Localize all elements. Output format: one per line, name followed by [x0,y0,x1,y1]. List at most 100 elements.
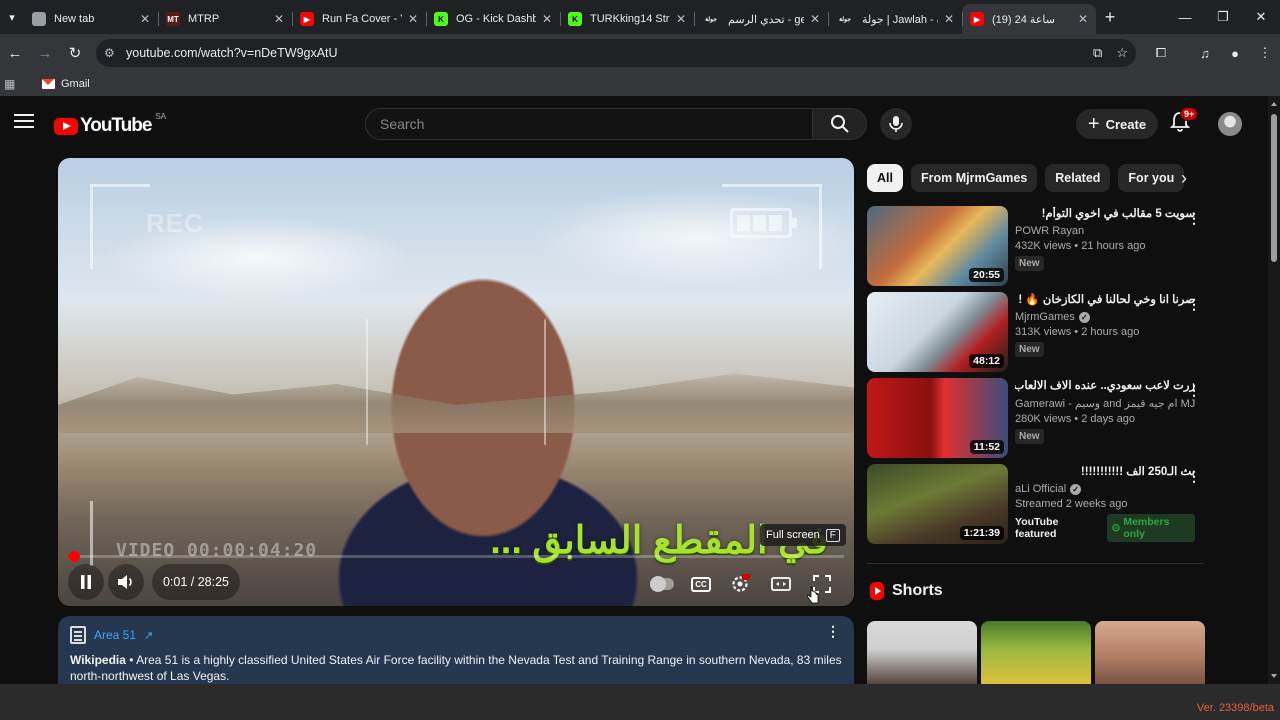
autoplay-toggle[interactable] [650,572,674,596]
tab-close-icon[interactable]: ✕ [944,12,954,26]
scrubber-handle[interactable] [69,551,80,562]
channel-name[interactable]: Gamerawi - وسيم and ام جيه قيمز MJ Ga...… [1015,397,1195,410]
hud-rec-text: REC [146,208,204,238]
youtube-logo[interactable]: YouTube SA [54,111,167,137]
shorts-heading: Shorts [870,582,943,600]
tab-close-icon[interactable]: ✕ [408,12,418,26]
video-duration: 48:12 [969,354,1004,368]
menu-icon[interactable] [14,114,34,130]
recommended-video[interactable]: 1:21:39 بث الـ250 الف !!!!!!!!!!! aLi Of… [867,464,1207,550]
volume-button[interactable] [108,564,144,600]
browser-menu-icon[interactable]: ⋮ [1250,45,1280,61]
forward-icon[interactable]: → [30,38,60,68]
address-bar[interactable]: ⚙ youtube.com/watch?v=nDeTW9gxAtU ⧉ ☆ [96,39,1136,67]
tab-label: MTRP [188,13,220,25]
extensions-icon[interactable]: ⧠ [1146,45,1176,61]
scrollbar-thumb[interactable] [1271,114,1277,262]
video-title[interactable]: صرنا انا وخي لحالنا في الكازخان 🔥 ! #21 [1015,293,1195,308]
info-panel: Area 51 ↗ ⋮ Wikipedia • Area 51 is a hig… [58,616,854,684]
tab-close-icon[interactable]: ✕ [676,12,686,26]
profile-icon[interactable]: ● [1220,46,1250,61]
channel-name[interactable]: MjrmGames ✓ [1015,311,1195,323]
video-thumbnail[interactable]: 20:55 [867,206,1008,286]
subtitles-icon[interactable]: CC [691,576,711,592]
create-button[interactable]: + Create [1076,109,1158,139]
voice-search-button[interactable] [880,108,912,140]
external-link-icon[interactable]: ↗ [144,629,153,642]
filter-chip[interactable]: From MjrmGames [910,164,1038,192]
install-app-icon[interactable]: ⧉ [1093,45,1102,61]
new-tab-button[interactable]: + [1096,7,1124,28]
tab-close-icon[interactable]: ✕ [810,12,820,26]
more-options-icon[interactable]: ⋮ [1187,210,1201,227]
recommended-video[interactable]: 11:52 زرت لاعب سعودي.. عنده الاف الالعاب… [867,378,1207,464]
browser-tab[interactable]: MT MTRP ✕ [158,4,292,34]
more-options-icon[interactable]: ⋮ [1187,468,1201,485]
gmail-icon [42,79,55,89]
bookmark-star-icon[interactable]: ☆ [1116,45,1128,61]
page-scrollbar[interactable] [1268,96,1280,684]
video-title[interactable]: زرت لاعب سعودي.. عنده الاف الالعاب! [1015,379,1195,394]
video-title[interactable]: سويت 5 مقالب في اخوي التوأم! [1015,207,1195,222]
bookmark-gmail[interactable]: Gmail [42,78,90,90]
scroll-up-icon[interactable] [1271,102,1277,106]
browser-tab[interactable]: جولة جولة | Jawlah - ه ✕ [828,4,962,34]
account-avatar[interactable] [1218,112,1242,136]
tab-close-icon[interactable]: ✕ [1078,12,1088,26]
more-options-icon[interactable]: ⋮ [1187,296,1201,313]
browser-tab[interactable]: New tab ✕ [24,4,158,34]
browser-tab[interactable]: K OG - Kick Dashb ✕ [426,4,560,34]
recommended-video[interactable]: 20:55 سويت 5 مقالب في اخوي التوأم! POWR … [867,206,1207,292]
video-thumbnail[interactable]: 1:21:39 [867,464,1008,544]
video-title[interactable]: بث الـ250 الف !!!!!!!!!!! [1015,465,1195,480]
tab-close-icon[interactable]: ✕ [542,12,552,26]
video-stats: 280K views • 2 days ago [1015,413,1136,425]
tab-close-icon[interactable]: ✕ [140,12,150,26]
browser-tab[interactable]: ▶ Run Fa Cover - Y ✕ [292,4,426,34]
close-window-icon[interactable]: ✕ [1242,0,1280,34]
notification-badge: 9+ [1180,107,1199,121]
browser-tab[interactable]: K TURKking14 Stre ✕ [560,4,694,34]
short-thumbnail[interactable] [981,621,1091,684]
reload-icon[interactable]: ↻ [60,38,90,68]
search-input[interactable]: Search [365,108,813,140]
tab-close-icon[interactable]: ✕ [274,12,284,26]
channel-name[interactable]: POWR Rayan [1015,225,1195,237]
scroll-down-icon[interactable] [1271,674,1277,678]
info-panel-more-icon[interactable]: ⋮ [826,624,840,638]
browser-tab[interactable]: ▶ (19) 24 ساعة ✕ [962,4,1096,34]
minimize-icon[interactable]: — [1166,0,1204,34]
notifications-button[interactable]: 9+ [1169,107,1199,135]
verified-check-icon: ✓ [1078,311,1090,323]
filter-chip[interactable]: All [867,164,903,192]
search-icon [830,115,849,133]
video-thumbnail[interactable]: 48:12 [867,292,1008,372]
channel-name[interactable]: aLi Official ✓ [1015,483,1195,495]
pause-button[interactable] [68,564,104,600]
back-icon[interactable]: ← [0,38,30,68]
site-info-icon[interactable]: ⚙ [104,46,124,60]
region-code: SA [155,111,167,121]
plus-icon: + [1087,113,1100,135]
tab-search-chevron-icon[interactable]: ▾ [0,5,24,29]
media-control-icon[interactable]: ♫ [1190,46,1220,61]
browser-tab[interactable]: جولة تحدي الرسم - ge ✕ [694,4,828,34]
video-player[interactable]: REC VIDEO 00:00:04:20 في المقطع السابق .… [58,158,854,606]
info-panel-source: Wikipedia [70,653,126,667]
apps-grid-icon[interactable]: ▦ [4,77,24,91]
recommended-video[interactable]: 48:12 صرنا انا وخي لحالنا في الكازخان 🔥 … [867,292,1207,378]
short-thumbnail[interactable] [1095,621,1205,684]
filter-chip[interactable]: Related [1045,164,1111,192]
theater-mode-icon[interactable] [769,572,793,596]
short-thumbnail[interactable] [867,621,977,684]
chevron-right-icon[interactable]: › [1170,164,1198,192]
tab-label: (19) 24 ساعة [992,13,1055,26]
search-button[interactable] [813,108,867,140]
settings-gear-icon[interactable] [728,572,752,596]
info-panel-title[interactable]: Area 51 [94,628,136,642]
maximize-icon[interactable]: ❐ [1204,0,1242,34]
video-thumbnail[interactable]: 11:52 [867,378,1008,458]
more-options-icon[interactable]: ⋮ [1187,382,1201,399]
masthead: YouTube SA Search + Create 9+ [0,96,1268,152]
progress-bar[interactable] [68,551,844,562]
